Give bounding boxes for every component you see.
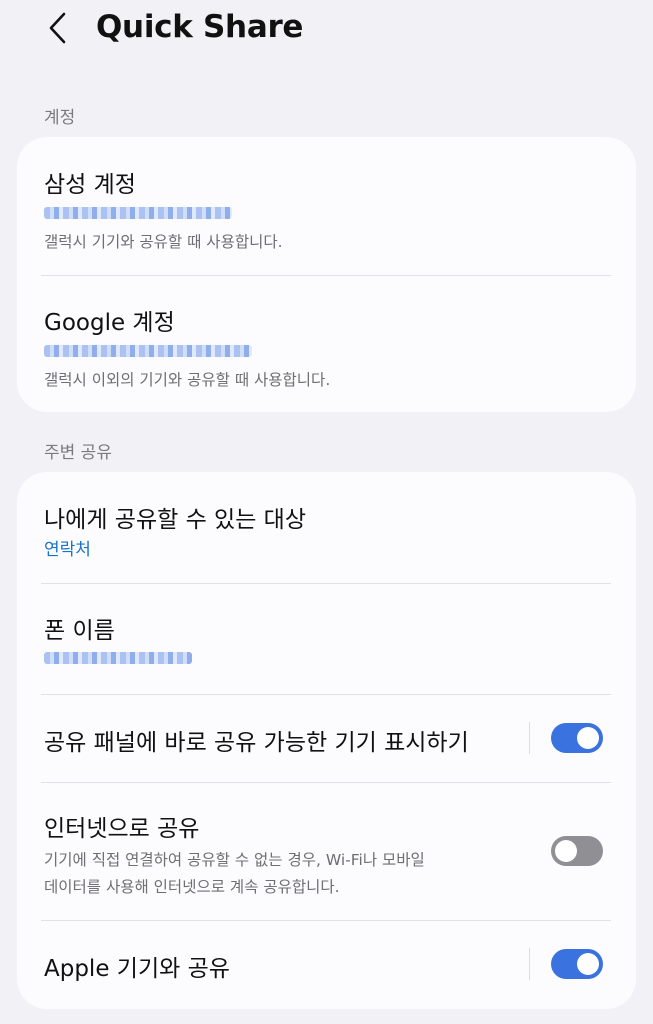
vertical-separator [529, 948, 530, 980]
accounts-card: 삼성 계정 갤럭시 기기와 공유할 때 사용합니다. Google 계정 갤럭시… [17, 137, 636, 412]
app-bar: Quick Share [0, 0, 653, 60]
page-title: Quick Share [96, 9, 304, 45]
google-account-title: Google 계정 [44, 310, 175, 336]
who-can-share-item[interactable]: 나에게 공유할 수 있는 대상 연락처 [17, 472, 636, 583]
toggle-knob [555, 840, 577, 862]
apple-share-item[interactable]: Apple 기기와 공유 [17, 920, 636, 1009]
toggle-knob [577, 727, 599, 749]
phone-name-title: 폰 이름 [44, 618, 115, 644]
apple-share-title: Apple 기기와 공유 [44, 956, 230, 982]
samsung-account-email-redacted [44, 207, 232, 219]
vertical-separator [529, 722, 530, 754]
section-label-accounts: 계정 [44, 108, 76, 128]
show-devices-item[interactable]: 공유 패널에 바로 공유 가능한 기기 표시하기 [17, 694, 636, 782]
samsung-account-title: 삼성 계정 [44, 172, 136, 198]
samsung-account-item[interactable]: 삼성 계정 갤럭시 기기와 공유할 때 사용합니다. [17, 137, 636, 275]
show-devices-toggle[interactable] [551, 723, 603, 753]
samsung-account-description: 갤럭시 기기와 공유할 때 사용합니다. [44, 233, 283, 251]
section-label-nearby: 주변 공유 [44, 443, 112, 463]
who-can-share-title: 나에게 공유할 수 있는 대상 [44, 507, 307, 533]
google-account-description: 갤럭시 이외의 기기와 공유할 때 사용합니다. [44, 371, 331, 389]
internet-share-description-line1: 기기에 직접 연결하여 공유할 수 없는 경우, Wi-Fi나 모바일 [44, 851, 425, 869]
internet-share-toggle[interactable] [551, 836, 603, 866]
show-devices-title: 공유 패널에 바로 공유 가능한 기기 표시하기 [44, 730, 469, 756]
chevron-left-icon [49, 12, 66, 44]
back-button[interactable] [38, 8, 78, 48]
internet-share-title: 인터넷으로 공유 [44, 816, 200, 842]
phone-name-item[interactable]: 폰 이름 [17, 583, 636, 694]
phone-name-value-redacted [44, 652, 192, 664]
apple-share-toggle[interactable] [551, 949, 603, 979]
toggle-knob [577, 953, 599, 975]
internet-share-item[interactable]: 인터넷으로 공유 기기에 직접 연결하여 공유할 수 없는 경우, Wi-Fi나… [17, 782, 636, 920]
google-account-email-redacted [44, 345, 252, 357]
google-account-item[interactable]: Google 계정 갤럭시 이외의 기기와 공유할 때 사용합니다. [17, 275, 636, 412]
internet-share-description-line2: 데이터를 사용해 인터넷으로 계속 공유합니다. [44, 878, 340, 896]
nearby-card: 나에게 공유할 수 있는 대상 연락처 폰 이름 공유 패널에 바로 공유 가능… [17, 472, 636, 1009]
who-can-share-value: 연락처 [44, 540, 91, 560]
